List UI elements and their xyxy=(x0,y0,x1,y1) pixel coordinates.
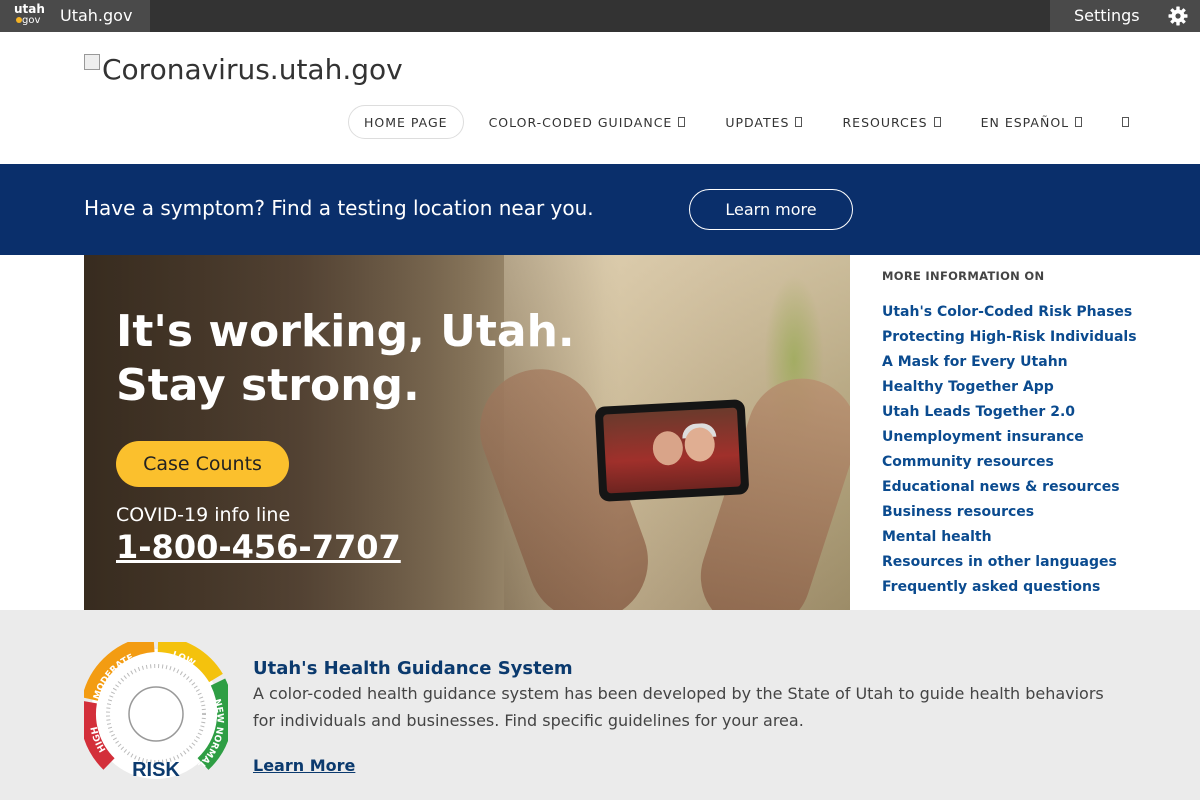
nav-item-home-page[interactable]: HOME PAGE xyxy=(348,105,464,139)
more-information-sidebar: MORE INFORMATION ON Utah's Color-Coded R… xyxy=(882,269,1182,600)
sidebar-link[interactable]: Utah Leads Together 2.0 xyxy=(882,400,1182,425)
sidebar-link[interactable]: Resources in other languages xyxy=(882,550,1182,575)
sidebar-link[interactable]: Business resources xyxy=(882,500,1182,525)
nav-label-home-page: HOME PAGE xyxy=(364,114,448,130)
site-header: Coronavirus.utah.gov HOME PAGE COLOR-COD… xyxy=(0,32,1200,164)
guidance-learn-more-link[interactable]: Learn More xyxy=(253,756,355,775)
gauge-label-risk: RISK xyxy=(132,759,180,781)
sidebar-link[interactable]: Educational news & resources xyxy=(882,475,1182,500)
main-nav: HOME PAGE COLOR-CODED GUIDANCE UPDATES R… xyxy=(348,105,1144,139)
dropdown-icon xyxy=(678,117,686,127)
learn-more-button[interactable]: Learn more xyxy=(689,189,853,230)
nav-item-en-espanol[interactable]: EN ESPAÑOL xyxy=(966,105,1098,139)
broken-image-icon xyxy=(84,54,100,70)
dropdown-icon xyxy=(795,117,803,127)
gear-icon xyxy=(1168,6,1188,26)
nav-item-resources[interactable]: RESOURCES xyxy=(827,105,955,139)
hero-title: It's working, Utah. Stay strong. xyxy=(116,305,575,413)
nav-label-resources: RESOURCES xyxy=(842,114,928,130)
health-guidance-section: HIGH MODERATE LOW NEW NORMAL RISK Utah's… xyxy=(0,610,1200,800)
sidebar-link[interactable]: Protecting High-Risk Individuals xyxy=(882,325,1182,350)
site-logo-link[interactable]: Coronavirus.utah.gov xyxy=(84,52,403,86)
guidance-description: A color-coded health guidance system has… xyxy=(253,684,1104,730)
sidebar-link[interactable]: Frequently asked questions xyxy=(882,575,1182,600)
sidebar-title: MORE INFORMATION ON xyxy=(882,269,1045,283)
logo-text-bottom: gov xyxy=(22,15,41,26)
sidebar-link[interactable]: Community resources xyxy=(882,450,1182,475)
settings-label: Settings xyxy=(1074,6,1140,25)
sidebar-link[interactable]: Healthy Together App xyxy=(882,375,1182,400)
testing-banner: Have a symptom? Find a testing location … xyxy=(0,164,1200,255)
sidebar-link[interactable]: Mental health xyxy=(882,525,1182,550)
utah-gov-logo: utah gov xyxy=(14,3,45,29)
settings-button[interactable]: Settings xyxy=(1050,0,1200,32)
nav-item-color-coded-guidance[interactable]: COLOR-CODED GUIDANCE xyxy=(474,105,701,139)
sidebar-link[interactable]: Utah's Color-Coded Risk Phases xyxy=(882,300,1182,325)
risk-gauge-icon: HIGH MODERATE LOW NEW NORMAL RISK xyxy=(84,642,228,781)
search-button[interactable] xyxy=(1107,105,1144,139)
brand-label: Utah.gov xyxy=(60,6,133,25)
nav-item-updates[interactable]: UPDATES xyxy=(710,105,817,139)
hero-title-line-1: It's working, Utah. xyxy=(116,306,575,357)
guidance-title: Utah's Health Guidance System xyxy=(253,658,573,679)
dropdown-icon xyxy=(1075,117,1083,127)
hero-section: It's working, Utah. Stay strong. Case Co… xyxy=(84,255,850,610)
info-line-label: COVID-19 info line xyxy=(116,504,291,526)
banner-text: Have a symptom? Find a testing location … xyxy=(84,196,594,220)
sidebar-link[interactable]: Unemployment insurance xyxy=(882,425,1182,450)
site-logo-alt-text: Coronavirus.utah.gov xyxy=(102,52,403,86)
dropdown-icon xyxy=(933,117,941,127)
top-utility-bar: utah gov Utah.gov Settings xyxy=(0,0,1200,32)
nav-label-color-coded-guidance: COLOR-CODED GUIDANCE xyxy=(488,114,673,130)
search-icon xyxy=(1122,117,1130,127)
nav-label-en-espanol: EN ESPAÑOL xyxy=(980,114,1070,130)
sidebar-link-list: Utah's Color-Coded Risk Phases Protectin… xyxy=(882,300,1182,600)
case-counts-button[interactable]: Case Counts xyxy=(116,441,289,487)
nav-label-updates: UPDATES xyxy=(725,114,790,130)
hero-title-line-2: Stay strong. xyxy=(116,360,420,411)
info-line-phone-link[interactable]: 1-800-456-7707 xyxy=(116,528,401,566)
utah-gov-home-link[interactable]: utah gov Utah.gov xyxy=(0,0,150,32)
sidebar-link[interactable]: A Mask for Every Utahn xyxy=(882,350,1182,375)
